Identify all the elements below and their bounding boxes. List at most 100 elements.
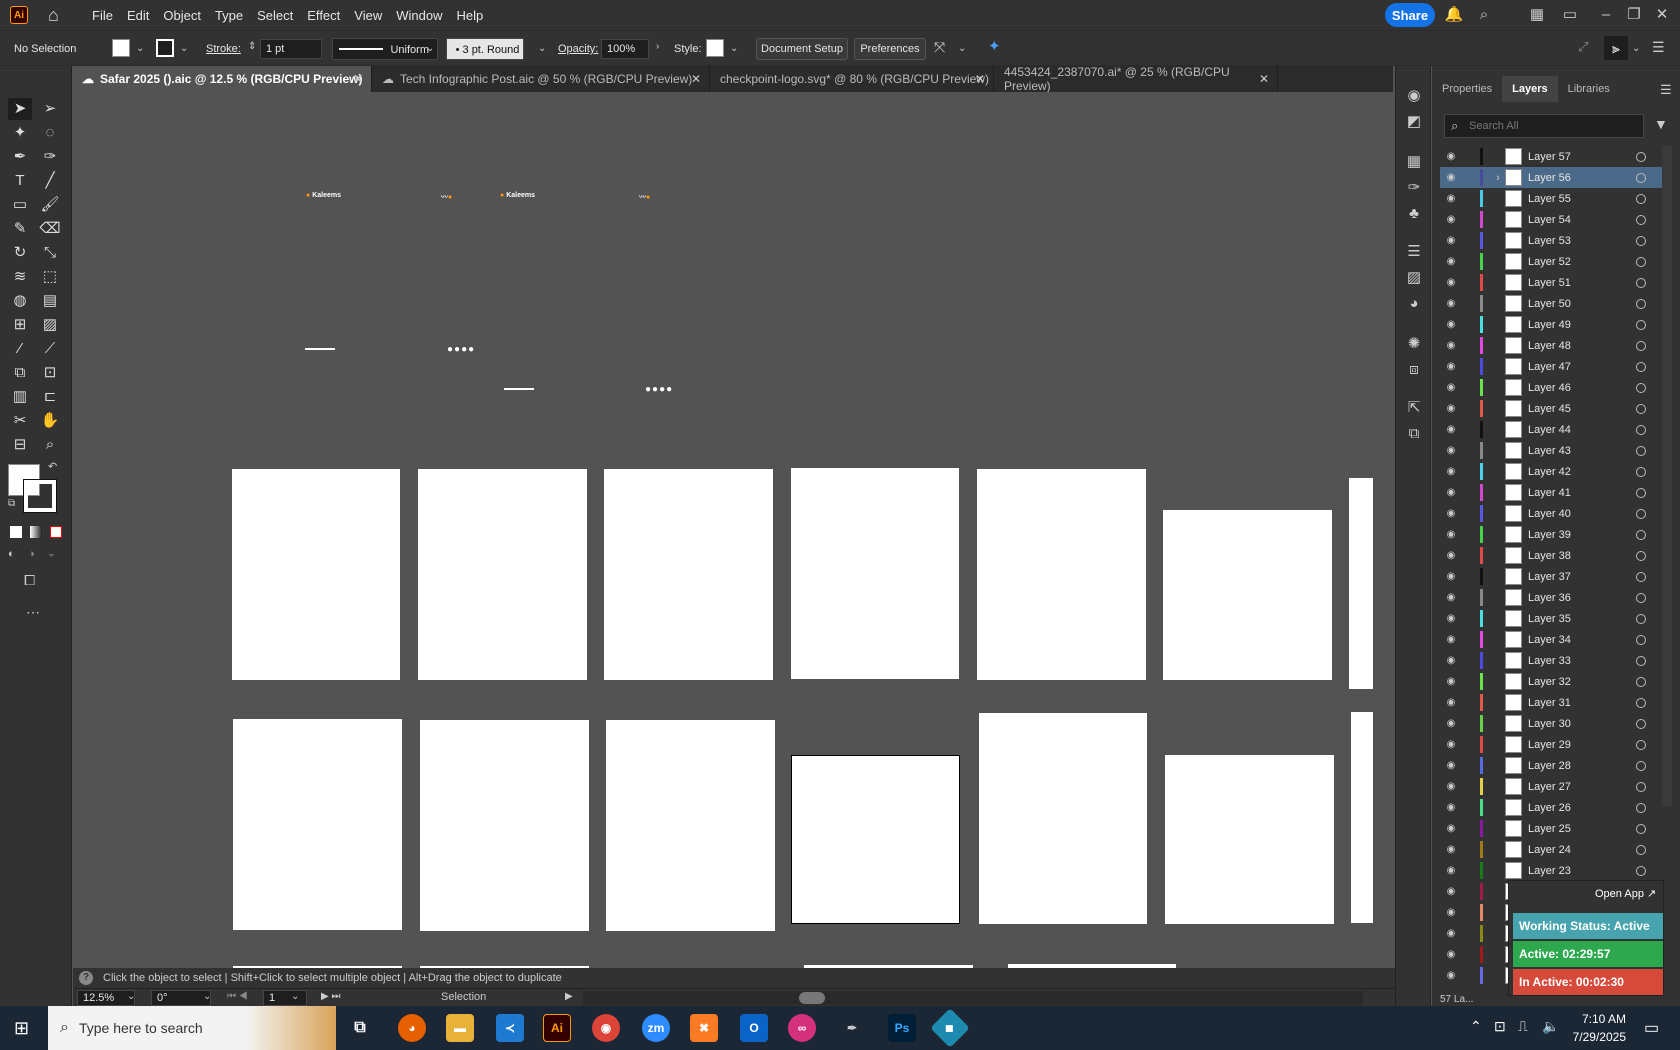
color-mode-icon[interactable]	[10, 526, 22, 538]
visibility-eye-icon[interactable]: ◉	[1440, 277, 1462, 288]
stroke-icon[interactable]: ☰	[1404, 242, 1424, 262]
target-circle-icon[interactable]	[1636, 697, 1646, 708]
visibility-eye-icon[interactable]: ◉	[1440, 319, 1462, 330]
recolor-icon[interactable]: ✦	[988, 37, 1001, 55]
layer-row[interactable]: ◉ Layer 23	[1440, 860, 1662, 881]
artboard-field[interactable]: 1	[263, 990, 307, 1006]
target-circle-icon[interactable]	[1636, 613, 1646, 624]
visibility-eye-icon[interactable]: ◉	[1440, 151, 1462, 162]
outlook-icon[interactable]: O	[740, 1014, 768, 1042]
visibility-eye-icon[interactable]: ◉	[1440, 802, 1462, 813]
artboard[interactable]	[1165, 755, 1334, 924]
layer-row[interactable]: ◉ Layer 41	[1440, 482, 1662, 503]
visibility-eye-icon[interactable]: ◉	[1440, 445, 1462, 456]
style-swatch[interactable]	[706, 39, 724, 57]
chevron-down-icon[interactable]: ⌄	[127, 991, 135, 1002]
close-tab-icon[interactable]: ✕	[691, 72, 701, 86]
target-circle-icon[interactable]	[1636, 634, 1646, 645]
visibility-eye-icon[interactable]: ◉	[1440, 172, 1462, 183]
layer-row[interactable]: ◉ Layer 37	[1440, 566, 1662, 587]
logo-arabic[interactable]: 〰●	[639, 192, 650, 202]
magic-wand-tool-icon[interactable]: ✦	[8, 122, 32, 144]
visibility-eye-icon[interactable]: ◉	[1440, 256, 1462, 267]
layer-row[interactable]: ◉ Layer 43	[1440, 440, 1662, 461]
draw-inside-icon[interactable]: ◒	[48, 548, 66, 564]
target-circle-icon[interactable]	[1636, 235, 1646, 246]
visibility-eye-icon[interactable]: ◉	[1440, 676, 1462, 687]
menu-type[interactable]: Type	[215, 8, 243, 23]
pen-tool-icon[interactable]: ✒	[8, 146, 32, 168]
arrange-icon[interactable]: ▦	[1527, 5, 1547, 25]
transform-icon[interactable]: ⤧	[934, 39, 945, 56]
target-circle-icon[interactable]	[1636, 739, 1646, 750]
notifications-icon[interactable]: ▭	[1644, 1018, 1659, 1038]
layer-row[interactable]: ◉ Layer 50	[1440, 293, 1662, 314]
visibility-eye-icon[interactable]: ◉	[1440, 949, 1462, 960]
clock-time[interactable]: 7:10 AM	[1570, 1012, 1626, 1026]
chevron-down-icon[interactable]: ⌄	[136, 43, 144, 54]
chevron-down-icon[interactable]: ⌄	[958, 43, 966, 54]
chevron-right-icon[interactable]: ›	[656, 41, 659, 52]
target-circle-icon[interactable]	[1636, 403, 1646, 414]
xampp-icon[interactable]: ✖	[690, 1014, 718, 1042]
layer-row[interactable]: ◉ Layer 34	[1440, 629, 1662, 650]
swatches-icon[interactable]: ▦	[1404, 152, 1424, 172]
dots-graphic[interactable]: ●●●●	[447, 344, 475, 355]
brushes-icon[interactable]: ✑	[1404, 178, 1424, 198]
home-icon[interactable]: ⌂	[48, 6, 68, 24]
menu-edit[interactable]: Edit	[127, 8, 149, 23]
artboards-icon[interactable]: ⧉	[1404, 424, 1424, 444]
tab-tech-infographic[interactable]: ☁ Tech Infographic Post.aic @ 50 % (RGB/…	[372, 66, 710, 92]
target-circle-icon[interactable]	[1636, 382, 1646, 393]
gradient-tool-icon[interactable]: ▨	[38, 314, 62, 336]
chevron-down-icon[interactable]: ⌄	[730, 43, 738, 54]
open-app-link[interactable]: Open App ↗	[1595, 887, 1656, 900]
stroke-swatch[interactable]	[156, 39, 174, 57]
artboard[interactable]	[1349, 478, 1373, 689]
layer-row[interactable]: ◉ Layer 39	[1440, 524, 1662, 545]
menu-file[interactable]: File	[92, 8, 113, 23]
visibility-eye-icon[interactable]: ◉	[1440, 781, 1462, 792]
visibility-eye-icon[interactable]: ◉	[1440, 592, 1462, 603]
chevron-down-icon[interactable]: ⌄	[180, 43, 188, 54]
eyedropper-tool-icon[interactable]: ⁄	[8, 338, 32, 360]
help-icon[interactable]: ?	[79, 971, 93, 985]
artboard[interactable]	[1163, 510, 1332, 680]
stepper-icon[interactable]: ⇕	[248, 41, 256, 52]
logo-arabic[interactable]: 〰●	[441, 192, 452, 202]
layer-row[interactable]: ◉ Layer 57	[1440, 146, 1662, 167]
target-circle-icon[interactable]	[1636, 298, 1646, 309]
opacity-label[interactable]: Opacity:	[558, 43, 598, 55]
network-icon[interactable]: ⎍	[1518, 1018, 1528, 1035]
expand-chevron-icon[interactable]: ›	[1491, 172, 1505, 184]
layer-row[interactable]: ◉ Layer 52	[1440, 251, 1662, 272]
artboard[interactable]	[979, 713, 1147, 924]
selection-tool-icon[interactable]: ➤	[8, 98, 32, 120]
stroke-color-icon[interactable]	[23, 479, 57, 513]
small-text-line[interactable]	[305, 348, 335, 350]
blend-tool-icon[interactable]: ⧉	[8, 362, 32, 384]
transparency-icon[interactable]: ◕	[1404, 294, 1424, 314]
visibility-eye-icon[interactable]: ◉	[1440, 424, 1462, 435]
horizontal-scroll-thumb[interactable]	[799, 992, 825, 1004]
workspace-icon[interactable]: ▭	[1560, 5, 1580, 25]
layer-row[interactable]: ◉ Layer 24	[1440, 839, 1662, 860]
share-button[interactable]: Share	[1385, 3, 1435, 27]
tray-chevron-icon[interactable]: ⌃	[1470, 1018, 1482, 1035]
visibility-eye-icon[interactable]: ◉	[1440, 970, 1462, 981]
scale-tool-icon[interactable]: ⤡	[38, 242, 62, 264]
target-circle-icon[interactable]	[1636, 466, 1646, 477]
artboard[interactable]	[420, 720, 589, 931]
target-circle-icon[interactable]	[1636, 193, 1646, 204]
rectangle-tool-icon[interactable]: ▭	[8, 194, 32, 216]
visibility-eye-icon[interactable]: ◉	[1440, 550, 1462, 561]
layer-row[interactable]: ◉ Layer 27	[1440, 776, 1662, 797]
opacity-field[interactable]: 100%	[601, 39, 649, 59]
target-circle-icon[interactable]	[1636, 781, 1646, 792]
rotate-tool-icon[interactable]: ↻	[8, 242, 32, 264]
target-circle-icon[interactable]	[1636, 508, 1646, 519]
target-circle-icon[interactable]	[1636, 550, 1646, 561]
document-setup-button[interactable]: Document Setup	[756, 38, 848, 60]
slice-tool-icon[interactable]: ✂	[8, 410, 32, 432]
tab-properties[interactable]: Properties	[1432, 76, 1502, 102]
